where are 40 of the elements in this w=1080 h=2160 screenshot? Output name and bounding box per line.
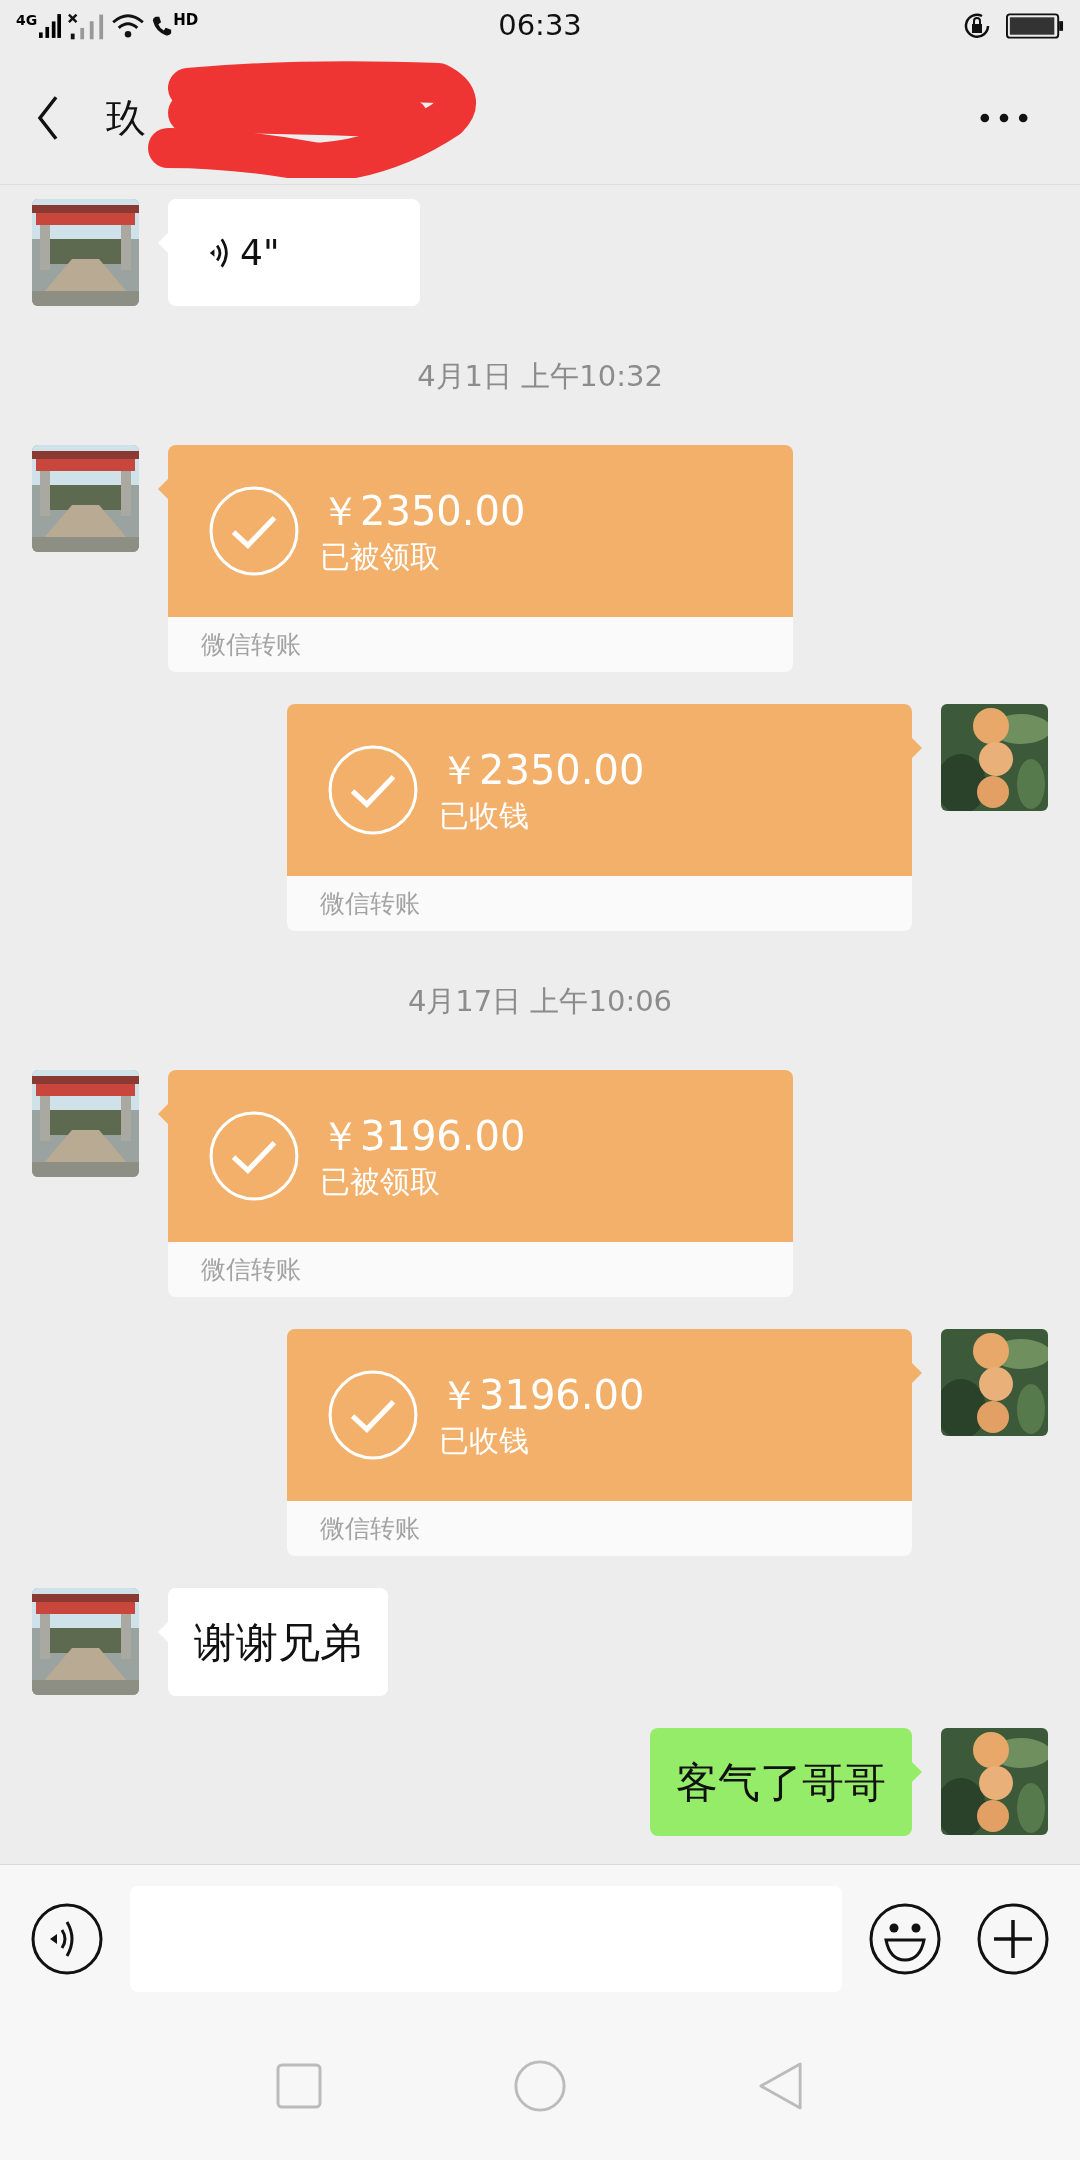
transfer-status: 已收钱 <box>439 1422 530 1460</box>
plus-icon[interactable] <box>976 1901 1050 1976</box>
bubble-tail <box>912 738 922 758</box>
clock: 06:33 <box>498 7 582 45</box>
network-type: 4G <box>16 13 38 27</box>
checkmark-circle-icon <box>327 744 419 836</box>
transfer-status: 已被领取 <box>320 1163 441 1201</box>
transfer-label: 微信转账 <box>320 887 420 920</box>
voice-message[interactable]: 4" <box>168 199 420 306</box>
checkmark-circle-icon <box>327 1369 419 1461</box>
checkmark-circle-icon <box>208 1110 300 1202</box>
bubble-tail <box>158 1104 168 1124</box>
emoji-icon[interactable] <box>868 1901 942 1976</box>
chat-bubble[interactable]: 客气了哥哥 <box>650 1728 912 1836</box>
hd-label: HD <box>173 13 199 28</box>
signal-icon <box>39 13 62 39</box>
transfer-status: 已收钱 <box>439 797 530 835</box>
timestamp: 4月17日 上午10:06 <box>407 983 673 1021</box>
bubble-tail <box>912 1363 922 1383</box>
bubble-tail <box>912 1762 922 1782</box>
wifi-icon <box>111 13 146 39</box>
transfer-amount: ￥3196.00 <box>439 1371 645 1420</box>
more-icon[interactable] <box>980 113 1028 123</box>
transfer-label: 微信转账 <box>320 1512 420 1545</box>
rotation-lock-icon <box>962 11 992 41</box>
timestamp: 4月1日 上午10:32 <box>417 358 663 396</box>
transfer-amount: ￥3196.00 <box>320 1112 526 1161</box>
chat-title: 玖 <box>106 94 146 143</box>
transfer-amount: ￥2350.00 <box>439 746 645 795</box>
back-icon[interactable] <box>36 95 60 141</box>
transfer-status: 已被领取 <box>320 538 441 576</box>
bubble-tail <box>158 479 168 499</box>
voice-input-icon[interactable] <box>30 1901 104 1976</box>
transfer-label: 微信转账 <box>201 628 301 661</box>
transfer-amount: ￥2350.00 <box>320 487 526 536</box>
no-signal-icon <box>67 12 106 40</box>
chat-bubble[interactable]: 谢谢兄弟 <box>168 1588 388 1696</box>
battery-icon <box>1006 13 1064 39</box>
transfer-label: 微信转账 <box>201 1253 301 1286</box>
checkmark-circle-icon <box>208 485 300 577</box>
